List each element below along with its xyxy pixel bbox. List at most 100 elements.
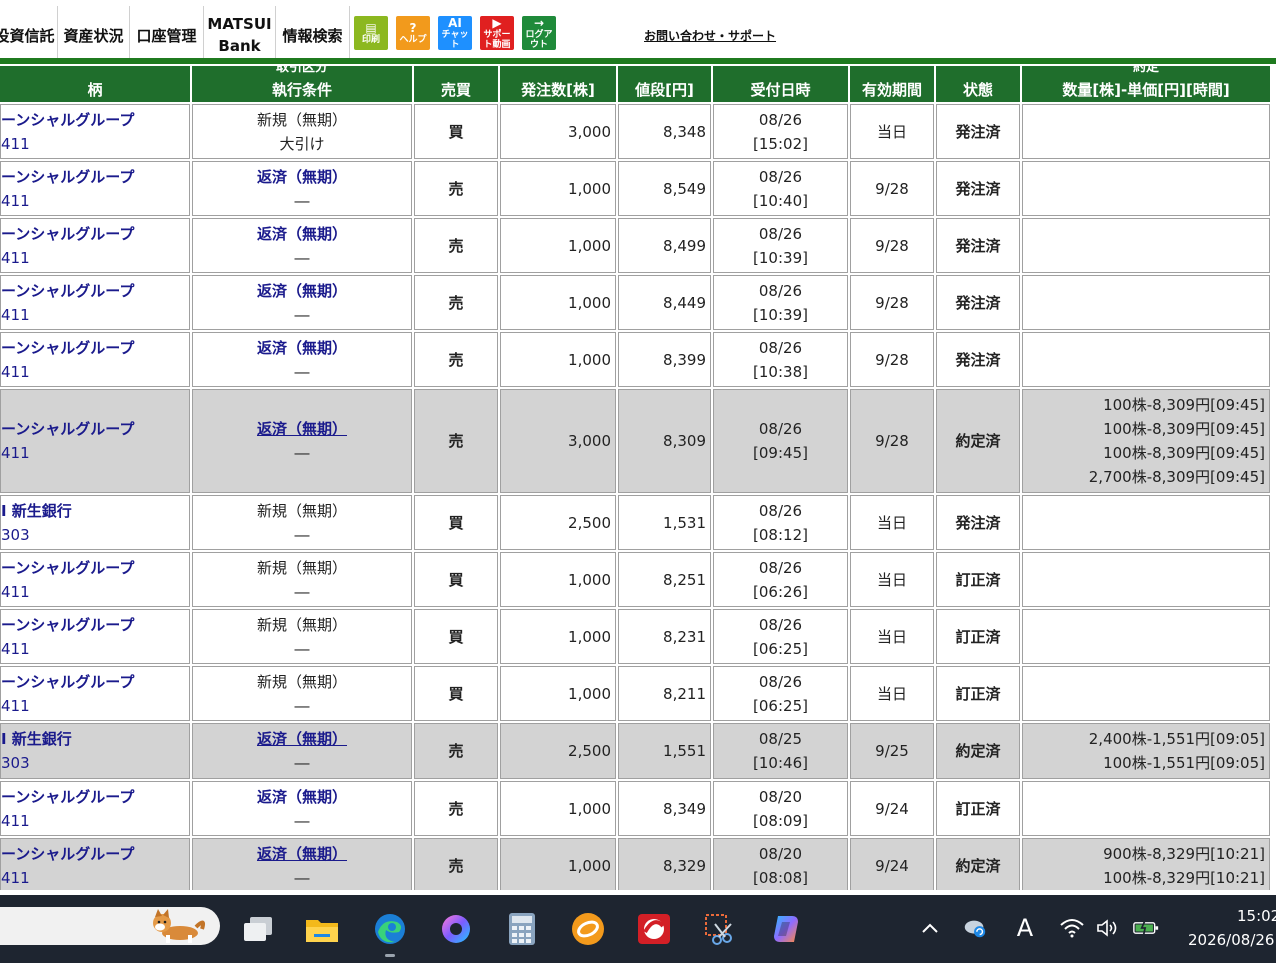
- cell-status: 発注済: [936, 495, 1020, 550]
- order-type-link[interactable]: 返済（無期）: [193, 279, 411, 303]
- ime-mode-indicator[interactable]: A: [1012, 914, 1038, 942]
- cell-status: 訂正済: [936, 552, 1020, 607]
- received-time: [08:12]: [753, 525, 808, 544]
- cell-price: 8,349: [618, 781, 711, 836]
- order-type: 新規（無期）: [256, 672, 347, 691]
- order-status-link[interactable]: 訂正済: [937, 797, 1019, 821]
- clock-time[interactable]: 15:02: [1237, 907, 1276, 925]
- snipping-tool-icon[interactable]: [702, 911, 738, 947]
- order-qty: 1,000: [568, 293, 611, 312]
- ai-chat-button[interactable]: AI チャット: [438, 16, 472, 50]
- order-status-link[interactable]: 発注済: [937, 348, 1019, 372]
- stock-name-link[interactable]: ーンシャルグループ: [1, 222, 189, 246]
- order-type-link[interactable]: 返済（無期）: [193, 336, 411, 360]
- cell-validity: 9/24: [850, 781, 934, 836]
- cell-price: 1,551: [618, 723, 711, 779]
- order-status-link[interactable]: 訂正済: [937, 682, 1019, 706]
- validity: 9/24: [875, 857, 909, 875]
- support-link[interactable]: お問い合わせ・サポート: [644, 27, 776, 44]
- nav-asset-status[interactable]: 資産状況: [58, 6, 130, 64]
- cell-validity: 9/28: [850, 275, 934, 330]
- order-status-link[interactable]: 約定済: [937, 429, 1019, 453]
- support-video-button[interactable]: ▶ サポート動画: [480, 16, 514, 50]
- orders-table: 柄 取引区分 執行条件 売買 発注数[株] 値段[円] 受付日時 有効期間 状態…: [0, 64, 1272, 890]
- onedrive-sync-icon[interactable]: [962, 915, 988, 941]
- order-type-link[interactable]: 返済（無期）: [193, 727, 411, 751]
- help-button[interactable]: ? ヘルプ: [396, 16, 430, 50]
- order-status-link[interactable]: 約定済: [937, 854, 1019, 878]
- wifi-icon[interactable]: [1059, 915, 1085, 941]
- cell-validity: 9/25: [850, 723, 934, 779]
- nav-investment-trust[interactable]: 投資信託: [0, 6, 58, 64]
- execution-condition: ―: [294, 525, 310, 544]
- cell-received: 08/26 [09:45]: [713, 389, 848, 493]
- order-type-link[interactable]: 返済（無期）: [193, 222, 411, 246]
- stock-name-link[interactable]: ーンシャルグループ: [1, 785, 189, 809]
- order-status-link[interactable]: 発注済: [937, 120, 1019, 144]
- clock-date[interactable]: 2026/08/26: [1188, 931, 1274, 949]
- cell-price: 8,329: [618, 838, 711, 890]
- stock-name-link[interactable]: ーンシャルグループ: [1, 108, 189, 132]
- nav-info-search[interactable]: 情報検索: [276, 6, 350, 64]
- order-price: 1,531: [663, 513, 706, 532]
- volume-icon[interactable]: [1095, 915, 1121, 941]
- stock-name-link[interactable]: I 新生銀行: [1, 727, 189, 751]
- received-date: 08/20: [758, 787, 803, 806]
- order-type: 新規（無期）: [256, 615, 347, 634]
- battery-charging-icon[interactable]: [1133, 915, 1159, 941]
- received-date: 08/26: [758, 167, 803, 186]
- taskbar-search-box[interactable]: [0, 907, 220, 945]
- execution-condition: 大引け: [279, 134, 325, 153]
- edge-browser-icon[interactable]: [372, 911, 408, 947]
- stock-name-link[interactable]: ーンシャルグループ: [1, 556, 189, 580]
- order-status-link[interactable]: 訂正済: [937, 625, 1019, 649]
- cell-validity: 9/24: [850, 838, 934, 890]
- order-row: ーンシャルグループ 411 返済（無期） ― 売 1,000 8,499 08/26 [10:3…: [0, 218, 1270, 273]
- copilot-app-icon[interactable]: [438, 911, 474, 947]
- header-side: 売買: [414, 66, 498, 102]
- stock-name-link[interactable]: ーンシャルグループ: [1, 613, 189, 637]
- calculator-icon[interactable]: [504, 911, 540, 947]
- order-type-link[interactable]: 返済（無期）: [193, 165, 411, 189]
- order-type-link[interactable]: 返済（無期）: [193, 785, 411, 809]
- validity: 9/28: [875, 432, 909, 450]
- order-status-link[interactable]: 発注済: [937, 291, 1019, 315]
- stock-name-link[interactable]: ーンシャルグループ: [1, 670, 189, 694]
- cell-condition: 返済（無期） ―: [192, 218, 412, 273]
- stock-name-link[interactable]: ーンシャルグループ: [1, 165, 189, 189]
- order-row: ーンシャルグループ 411 新規（無期） ― 買 1,000 8,211 08/26 [06:2…: [0, 666, 1270, 721]
- task-view-icon[interactable]: [240, 911, 276, 947]
- nav-account-management[interactable]: 口座管理: [130, 6, 204, 64]
- stock-name-link[interactable]: I 新生銀行: [1, 499, 189, 523]
- stock-name-link[interactable]: ーンシャルグループ: [1, 336, 189, 360]
- order-status-link[interactable]: 訂正済: [937, 568, 1019, 592]
- execution-detail: 100株-8,309円[09:45]: [1103, 420, 1265, 438]
- order-type-link[interactable]: 返済（無期）: [193, 417, 411, 441]
- order-status-link[interactable]: 約定済: [937, 739, 1019, 763]
- nav-matsui-bank[interactable]: MATSUI Bank: [204, 6, 276, 64]
- order-status-link[interactable]: 発注済: [937, 234, 1019, 258]
- order-price: 8,499: [663, 236, 706, 255]
- order-status-link[interactable]: 発注済: [937, 511, 1019, 535]
- stock-name-link[interactable]: ーンシャルグループ: [1, 417, 189, 441]
- order-row: ーンシャルグループ 411 返済（無期） ― 売 1,000 8,349 08/20 [08:0…: [0, 781, 1270, 836]
- print-button[interactable]: ▤ 印刷: [354, 16, 388, 50]
- stock-name-link[interactable]: ーンシャルグループ: [1, 279, 189, 303]
- file-explorer-icon[interactable]: [304, 911, 340, 947]
- cell-received: 08/20 [08:09]: [713, 781, 848, 836]
- logout-button[interactable]: → ログアウト: [522, 16, 556, 50]
- order-qty: 1,000: [568, 350, 611, 369]
- cell-status: 発注済: [936, 104, 1020, 159]
- cell-stock: I 新生銀行 303: [0, 723, 190, 779]
- app-orange-icon[interactable]: [570, 911, 606, 947]
- trend-micro-icon[interactable]: [636, 911, 672, 947]
- show-hidden-icons-chevron-icon[interactable]: [917, 915, 943, 941]
- received-time: [06:25]: [753, 639, 808, 658]
- received-time: [10:40]: [753, 191, 808, 210]
- order-type-link[interactable]: 返済（無期）: [193, 842, 411, 866]
- stock-name-link[interactable]: ーンシャルグループ: [1, 842, 189, 866]
- execution-condition: ―: [294, 444, 310, 462]
- received-time: [10:39]: [753, 305, 808, 324]
- order-status-link[interactable]: 発注済: [937, 177, 1019, 201]
- copilot-icon[interactable]: [768, 911, 804, 947]
